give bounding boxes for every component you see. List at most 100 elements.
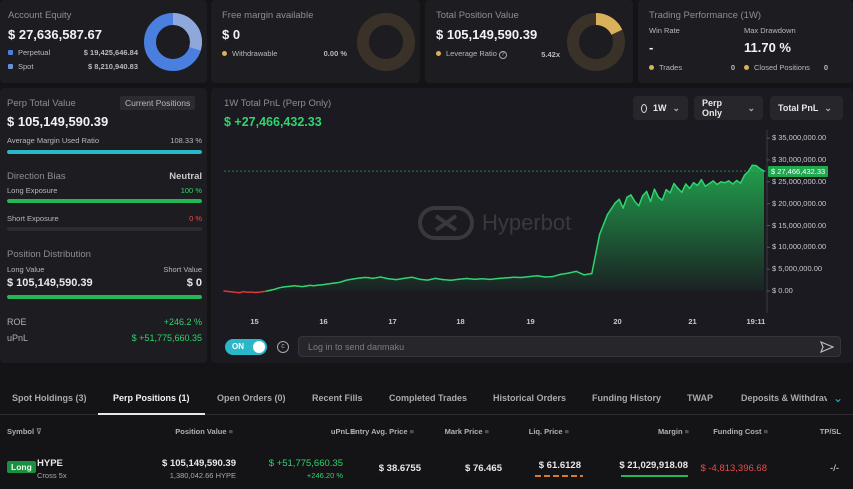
margin-ratio-row: Average Margin Used Ratio 108.33 %: [7, 136, 202, 145]
liq-price-cell: $ 61.6128: [538, 460, 581, 471]
leverage-dot: [436, 51, 441, 56]
margin-value: $ 0: [222, 27, 241, 42]
current-value-tag: $ 27,466,432.33: [768, 166, 829, 177]
perp-label: Perp Total Value: [7, 98, 76, 109]
win-rate-label: Win Rate: [649, 26, 680, 35]
trades-value: 0: [730, 63, 735, 72]
column-header-tp-sl[interactable]: TP/SL: [820, 427, 841, 436]
position-value-cell: $ 105,149,590.39: [162, 458, 236, 469]
column-header-label: TP/SL: [819, 427, 841, 436]
closed-value: 0: [823, 63, 828, 72]
account-equity-card: Account Equity $ 27,636,587.67 Perpetual…: [0, 0, 207, 83]
tab-recent-fills[interactable]: Recent Fills: [312, 393, 363, 403]
x-tick-label: 19: [526, 317, 535, 326]
info-icon[interactable]: ?: [498, 51, 507, 59]
x-tick-label: 20: [613, 317, 622, 326]
y-tick-label: $ 15,000,000.00: [772, 220, 827, 230]
short-amount: $ 0: [186, 277, 202, 289]
trades-row: Trades 0: [649, 63, 735, 72]
watermark-logo: Hyperbot: [418, 206, 571, 240]
sort-icon[interactable]: ≡: [762, 427, 768, 436]
margin-donut: [357, 13, 415, 71]
tab-completed-trades[interactable]: Completed Trades: [389, 393, 467, 403]
x-tick-label: 18: [456, 317, 465, 326]
chevron-down-icon: ⌄: [747, 102, 755, 113]
column-header-label: Liq. Price: [528, 427, 563, 436]
bias-label: Direction Bias: [7, 171, 66, 182]
column-header-label: Mark Price: [444, 427, 483, 436]
funding-cost-cell: $ -4,813,396.68: [700, 463, 767, 474]
danmaku-icon[interactable]: c: [277, 341, 289, 353]
dist-labels-row: Long Value Short Value: [7, 265, 202, 274]
column-header-label: Margin: [657, 427, 683, 436]
tab-open-orders-0[interactable]: Open Orders (0): [217, 393, 286, 403]
perp-panel: Perp Total Value Current Positions $ 105…: [0, 88, 207, 363]
x-tick-label: 21: [688, 317, 697, 326]
watermark-text: Hyperbot: [482, 210, 572, 235]
metric-label: Total PnL: [778, 103, 819, 113]
tab-historical-orders[interactable]: Historical Orders: [493, 393, 566, 403]
long-exposure-row: Long Exposure 100 %: [7, 186, 202, 195]
y-tick-label: $ 5,000,000.00: [772, 264, 823, 274]
table-row[interactable]: Long HYPE Cross 5x $ 105,149,590.39 1,38…: [0, 448, 853, 489]
equity-donut: [144, 13, 202, 71]
tabs-expand-chevron-icon[interactable]: ⌄: [833, 391, 843, 405]
spot-dot: [8, 64, 13, 69]
tab-twap[interactable]: TWAP: [687, 393, 713, 403]
upnl-row: uPnL $ +51,775,660.35: [7, 333, 202, 343]
short-exposure-row: Short Exposure 0 %: [7, 214, 202, 223]
sort-icon[interactable]: ≡: [683, 427, 689, 436]
upnl-value: $ +51,775,660.35: [131, 333, 202, 343]
symbol-name[interactable]: HYPE: [37, 458, 63, 469]
range-dropdown[interactable]: 1W ⌄: [633, 96, 688, 120]
roe-value: +246.2 %: [163, 317, 202, 327]
tab-funding-history[interactable]: Funding History: [592, 393, 661, 403]
spot-equity-value: $ 8,210,940.83: [87, 62, 138, 71]
tab-spot-holdings-3[interactable]: Spot Holdings (3): [12, 393, 87, 403]
long-exposure-bar: [7, 199, 202, 203]
column-header-margin[interactable]: Margin ≡: [658, 427, 689, 436]
perp-equity-label: Perpetual: [18, 48, 51, 57]
trades-dot: [649, 65, 654, 70]
upnl-pct-cell: +246.20 %: [306, 471, 343, 480]
tab-perp-positions-1[interactable]: Perp Positions (1): [113, 393, 190, 403]
filter-dropdown[interactable]: Perp Only ⌄: [694, 96, 763, 120]
column-header-position-value[interactable]: Position Value ≡: [175, 427, 233, 436]
withdrawable-value: 0.00 %: [323, 49, 347, 58]
position-donut: [567, 13, 625, 71]
column-header-symbol[interactable]: Symbol ⊽: [7, 427, 42, 436]
send-icon[interactable]: [820, 341, 834, 353]
column-header-funding-cost[interactable]: Funding Cost ≡: [713, 427, 768, 436]
column-header-liq-price[interactable]: Liq. Price ≡: [529, 427, 569, 436]
closed-row: Closed Positions 0: [744, 63, 828, 72]
sort-icon[interactable]: ≡: [227, 427, 233, 436]
metric-dropdown[interactable]: Total PnL ⌄: [770, 96, 843, 120]
y-tick-label: $ 25,000,000.00: [772, 176, 827, 186]
short-exposure-bar: [7, 227, 202, 231]
column-header-label: uPnL: [330, 427, 350, 436]
perp-value: $ 105,149,590.39: [7, 114, 109, 129]
sort-icon[interactable]: ≡: [563, 427, 569, 436]
y-tick-label: $ 10,000,000.00: [772, 242, 827, 252]
tab-deposits-withdrav[interactable]: Deposits & Withdrav: [741, 393, 827, 403]
danmaku-input[interactable]: Log in to send danmaku: [298, 336, 841, 357]
y-tick-label: $ 20,000,000.00: [772, 198, 827, 208]
liq-risk-indicator: [535, 475, 583, 477]
column-header-entry-avg-price[interactable]: Entry Avg. Price ≡: [350, 427, 414, 436]
column-header-label: Entry Avg. Price: [350, 427, 408, 436]
sort-icon[interactable]: ≡: [408, 427, 414, 436]
short-exposure-label: Short Exposure: [7, 214, 59, 223]
chart-title: 1W Total PnL (Perp Only): [224, 98, 332, 109]
long-exposure-value: 100 %: [180, 186, 202, 195]
toggle-label: ON: [232, 342, 244, 351]
long-value-label: Long Value: [7, 265, 45, 274]
tab-active-underline: [98, 413, 205, 415]
closed-dot: [744, 65, 749, 70]
filter-icon[interactable]: ⊽: [34, 427, 42, 436]
current-positions-button[interactable]: Current Positions: [120, 96, 196, 110]
column-header-mark-price[interactable]: Mark Price ≡: [445, 427, 489, 436]
margin-usage-bar: [621, 475, 688, 477]
sort-icon[interactable]: ≡: [483, 427, 489, 436]
tpsl-cell[interactable]: -/-: [830, 463, 839, 474]
danmaku-toggle[interactable]: ON: [225, 339, 267, 355]
